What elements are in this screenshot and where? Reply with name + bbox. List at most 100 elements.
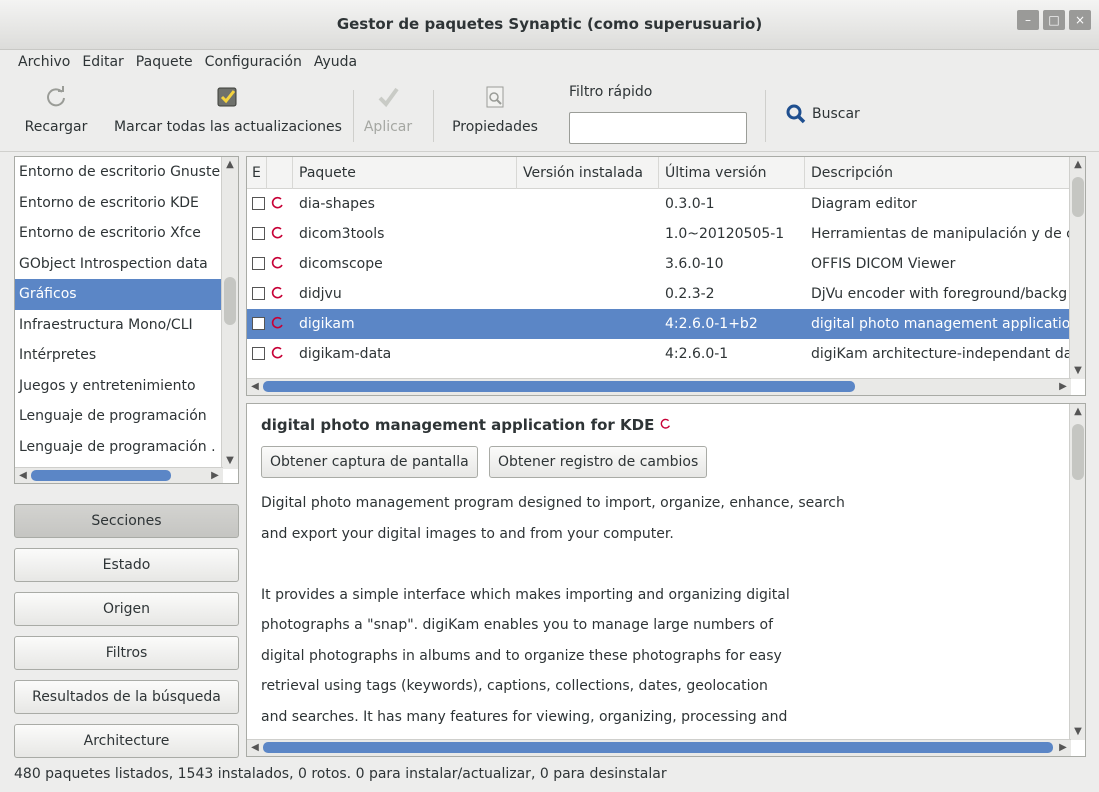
package-row[interactable]: dia-shapes 0.3.0-1 Diagram editor bbox=[247, 189, 1071, 219]
sections-view-button[interactable]: Secciones bbox=[14, 504, 239, 538]
package-name: dia-shapes bbox=[299, 196, 375, 212]
latest-version: 4:2.6.0-1 bbox=[665, 346, 729, 362]
sections-list[interactable]: Entorno de escritorio Gnustep Entorno de… bbox=[14, 156, 239, 484]
installed-version bbox=[523, 279, 659, 309]
package-row-selected[interactable]: digikam 4:2.6.0-1+b2 digital photo manag… bbox=[247, 309, 1071, 339]
scroll-thumb[interactable] bbox=[263, 742, 1053, 753]
origin-view-button[interactable]: Origen bbox=[14, 592, 239, 626]
search-button[interactable]: Buscar bbox=[786, 104, 860, 124]
package-list-vertical-scrollbar[interactable]: ▲ ▼ bbox=[1069, 157, 1085, 379]
properties-button[interactable]: Propiedades bbox=[447, 84, 543, 135]
scroll-down-icon[interactable]: ▼ bbox=[223, 454, 237, 468]
scroll-up-icon[interactable]: ▲ bbox=[223, 158, 237, 172]
reload-button[interactable]: Recargar bbox=[14, 84, 98, 135]
menu-archivo[interactable]: Archivo bbox=[16, 54, 72, 70]
column-status[interactable]: E bbox=[247, 157, 267, 189]
scroll-left-icon[interactable]: ◀ bbox=[248, 741, 262, 755]
installed-version bbox=[523, 309, 659, 339]
mark-all-upgrades-button[interactable]: Marcar todas las actualizaciones bbox=[106, 84, 350, 135]
scroll-right-icon[interactable]: ▶ bbox=[1056, 741, 1070, 755]
scroll-thumb[interactable] bbox=[224, 277, 236, 325]
scroll-down-icon[interactable]: ▼ bbox=[1071, 364, 1085, 378]
package-row[interactable]: digikam-data 4:2.6.0-1 digiKam architect… bbox=[247, 339, 1071, 369]
scroll-down-icon[interactable]: ▼ bbox=[1071, 725, 1085, 739]
section-item[interactable]: Entorno de escritorio KDE bbox=[15, 188, 221, 219]
details-horizontal-scrollbar[interactable]: ◀ ▶ bbox=[247, 739, 1071, 756]
package-checkbox[interactable] bbox=[252, 257, 265, 270]
package-list-header: E Paquete Versión instalada Última versi… bbox=[247, 157, 1071, 189]
column-latest-version[interactable]: Última versión bbox=[659, 157, 805, 189]
search-results-view-button[interactable]: Resultados de la búsqueda bbox=[14, 680, 239, 714]
scroll-thumb[interactable] bbox=[1072, 424, 1084, 480]
search-icon bbox=[786, 104, 806, 124]
section-item[interactable]: Lenguaje de programación . bbox=[15, 432, 221, 463]
column-description[interactable]: Descripción bbox=[805, 157, 1071, 189]
package-row[interactable]: dicomscope 3.6.0-10 OFFIS DICOM Viewer bbox=[247, 249, 1071, 279]
menu-editar[interactable]: Editar bbox=[80, 54, 125, 70]
filters-view-button[interactable]: Filtros bbox=[14, 636, 239, 670]
menu-configuracion[interactable]: Configuración bbox=[203, 54, 304, 70]
menu-paquete[interactable]: Paquete bbox=[134, 54, 195, 70]
package-checkbox[interactable] bbox=[252, 287, 265, 300]
description-line: Digital photo management program designe… bbox=[261, 495, 845, 511]
column-support[interactable] bbox=[267, 157, 293, 189]
package-name: dicomscope bbox=[299, 256, 383, 272]
package-checkbox[interactable] bbox=[252, 317, 265, 330]
column-package[interactable]: Paquete bbox=[293, 157, 517, 189]
section-item[interactable]: Lenguaje de programación bbox=[15, 401, 221, 432]
description-line: It provides a simple interface which mak… bbox=[261, 586, 790, 603]
left-pane: Entorno de escritorio Gnustep Entorno de… bbox=[14, 156, 239, 764]
latest-version: 4:2.6.0-1+b2 bbox=[665, 316, 758, 332]
scroll-thumb[interactable] bbox=[31, 470, 171, 481]
debian-swirl-icon bbox=[271, 316, 283, 329]
title-bar[interactable]: Gestor de paquetes Synaptic (como superu… bbox=[0, 0, 1099, 50]
column-installed-version[interactable]: Versión instalada bbox=[517, 157, 659, 189]
package-description: digiKam architecture-independant da bbox=[811, 346, 1071, 362]
scroll-up-icon[interactable]: ▲ bbox=[1071, 158, 1085, 172]
sections-vertical-scrollbar[interactable]: ▲ ▼ bbox=[221, 157, 238, 469]
package-list[interactable]: E Paquete Versión instalada Última versi… bbox=[246, 156, 1086, 396]
package-row[interactable]: dicom3tools 1.0~20120505-1 Herramientas … bbox=[247, 219, 1071, 249]
package-name: digikam-data bbox=[299, 346, 392, 362]
section-item[interactable]: Entorno de escritorio Xfce bbox=[15, 218, 221, 249]
section-item[interactable]: Intérpretes bbox=[15, 340, 221, 371]
description-line: retrieval using tags (keywords), caption… bbox=[261, 678, 768, 694]
scroll-right-icon[interactable]: ▶ bbox=[208, 469, 222, 483]
section-item[interactable]: GObject Introspection data bbox=[15, 249, 221, 280]
scroll-left-icon[interactable]: ◀ bbox=[16, 469, 30, 483]
quick-filter-input[interactable] bbox=[569, 112, 747, 144]
latest-version: 1.0~20120505-1 bbox=[665, 226, 785, 242]
scroll-up-icon[interactable]: ▲ bbox=[1071, 405, 1085, 419]
section-item[interactable]: Entorno de escritorio Gnustep bbox=[15, 157, 221, 188]
scroll-right-icon[interactable]: ▶ bbox=[1056, 380, 1070, 394]
architecture-view-button[interactable]: Architecture bbox=[14, 724, 239, 758]
scroll-thumb[interactable] bbox=[263, 381, 855, 392]
minimize-button[interactable]: – bbox=[1017, 10, 1039, 30]
installed-version bbox=[523, 339, 659, 369]
get-screenshot-button[interactable]: Obtener captura de pantalla bbox=[261, 446, 478, 478]
toolbar-separator bbox=[433, 90, 434, 142]
package-checkbox[interactable] bbox=[252, 347, 265, 360]
package-row[interactable]: didjvu 0.2.3-2 DjVu encoder with foregro… bbox=[247, 279, 1071, 309]
get-changelog-button[interactable]: Obtener registro de cambios bbox=[489, 446, 708, 478]
package-checkbox[interactable] bbox=[252, 227, 265, 240]
section-item[interactable]: Infraestructura Mono/CLI bbox=[15, 310, 221, 341]
package-list-horizontal-scrollbar[interactable]: ◀ ▶ bbox=[247, 378, 1071, 395]
package-checkbox[interactable] bbox=[252, 197, 265, 210]
debian-swirl-icon bbox=[660, 418, 670, 429]
section-item-selected[interactable]: Gráficos bbox=[15, 279, 221, 310]
scroll-thumb[interactable] bbox=[1072, 177, 1084, 217]
section-item[interactable]: Juegos y entretenimiento bbox=[15, 371, 221, 402]
details-title-text: digital photo management application for… bbox=[261, 416, 655, 434]
maximize-button[interactable]: □ bbox=[1043, 10, 1065, 30]
package-description: DjVu encoder with foreground/backg bbox=[811, 286, 1068, 302]
close-button[interactable]: × bbox=[1069, 10, 1091, 30]
toolbar-separator bbox=[353, 90, 354, 142]
details-vertical-scrollbar[interactable]: ▲ ▼ bbox=[1069, 404, 1085, 740]
sections-horizontal-scrollbar[interactable]: ◀ ▶ bbox=[15, 467, 223, 483]
status-view-button[interactable]: Estado bbox=[14, 548, 239, 582]
apply-button[interactable]: Aplicar bbox=[360, 84, 416, 135]
menu-ayuda[interactable]: Ayuda bbox=[312, 54, 359, 70]
description-line: and export your digital images to and fr… bbox=[261, 525, 674, 542]
scroll-left-icon[interactable]: ◀ bbox=[248, 380, 262, 394]
